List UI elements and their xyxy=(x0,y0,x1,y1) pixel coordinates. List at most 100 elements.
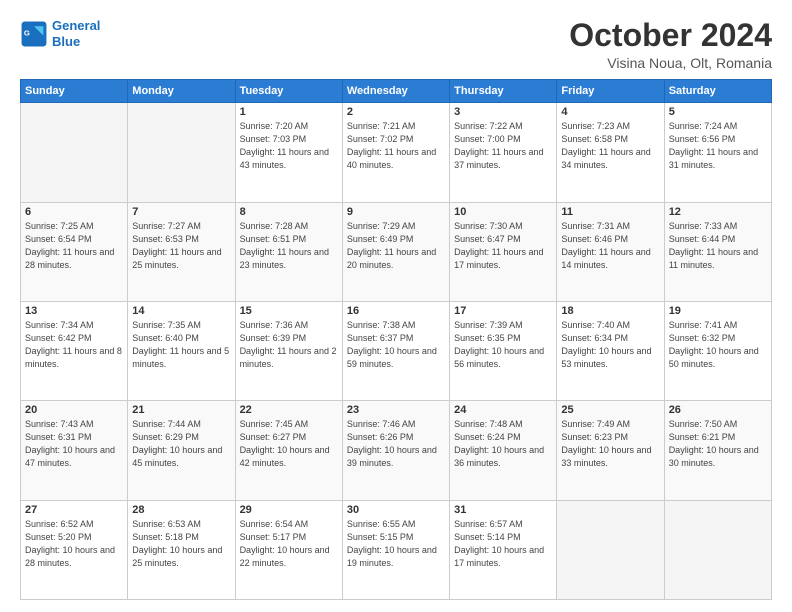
sunrise-text: Sunrise: 7:44 AM xyxy=(132,419,201,429)
day-info: Sunrise: 7:28 AMSunset: 6:51 PMDaylight:… xyxy=(240,220,338,272)
sunset-text: Sunset: 6:42 PM xyxy=(25,333,92,343)
sunset-text: Sunset: 6:49 PM xyxy=(347,234,414,244)
daylight-text: Daylight: 11 hours and 8 minutes. xyxy=(25,346,122,369)
calendar-cell: 25 Sunrise: 7:49 AMSunset: 6:23 PMDayligh… xyxy=(557,401,664,500)
daylight-text: Daylight: 11 hours and 14 minutes. xyxy=(561,247,650,270)
day-info: Sunrise: 7:41 AMSunset: 6:32 PMDaylight:… xyxy=(669,319,767,371)
sunrise-text: Sunrise: 7:39 AM xyxy=(454,320,523,330)
day-number: 5 xyxy=(669,106,767,118)
calendar-cell xyxy=(557,500,664,599)
svg-text:G: G xyxy=(24,28,30,37)
day-number: 15 xyxy=(240,305,338,317)
calendar-table: SundayMondayTuesdayWednesdayThursdayFrid… xyxy=(20,79,772,600)
day-number: 11 xyxy=(561,206,659,218)
calendar-cell: 2Sunrise: 7:21 AMSunset: 7:02 PMDaylight… xyxy=(342,103,449,202)
day-info: Sunrise: 7:29 AMSunset: 6:49 PMDaylight:… xyxy=(347,220,445,272)
sunrise-text: Sunrise: 7:45 AM xyxy=(240,419,309,429)
day-number: 18 xyxy=(561,305,659,317)
sunset-text: Sunset: 6:44 PM xyxy=(669,234,736,244)
sunset-text: Sunset: 6:31 PM xyxy=(25,432,92,442)
sunrise-text: Sunrise: 7:24 AM xyxy=(669,121,738,131)
calendar-week-row: 1Sunrise: 7:20 AMSunset: 7:03 PMDaylight… xyxy=(21,103,772,202)
daylight-text: Daylight: 10 hours and 45 minutes. xyxy=(132,445,222,468)
day-number: 2 xyxy=(347,106,445,118)
calendar-week-row: 27 Sunrise: 6:52 AM Sunset: 5:20 PM Dayligh… xyxy=(21,500,772,599)
sunrise-text: Sunrise: 7:28 AM xyxy=(240,221,309,231)
sunrise-text: Sunrise: 7:20 AM xyxy=(240,121,309,131)
calendar-cell: 15Sunrise: 7:36 AMSunset: 6:39 PMDayligh… xyxy=(235,301,342,400)
daylight-text: Daylight: 11 hours and 25 minutes. xyxy=(132,247,221,270)
logo: G General Blue xyxy=(20,18,100,49)
sunset-text: Sunset: 6:24 PM xyxy=(454,432,521,442)
day-number: 31 xyxy=(454,504,552,516)
calendar-cell: 27Sunrise: 6:52 AMSunset: 5:20 PMDayligh… xyxy=(21,500,128,599)
sunset-text: Sunset: 5:15 PM xyxy=(347,532,414,542)
day-number: 4 xyxy=(561,106,659,118)
daylight-text: Daylight: 11 hours and 31 minutes. xyxy=(669,147,758,170)
day-info: Sunrise: 7:46 AMSunset: 6:26 PMDaylight:… xyxy=(347,418,445,470)
daylight-text: Daylight: 10 hours and 19 minutes. xyxy=(347,545,437,568)
daylight-text: Daylight: 11 hours and 34 minutes. xyxy=(561,147,650,170)
sunset-text: Sunset: 6:54 PM xyxy=(25,234,92,244)
day-number: 26 xyxy=(669,404,767,416)
sunrise-text: Sunrise: 7:41 AM xyxy=(669,320,738,330)
sunset-text: Sunset: 5:14 PM xyxy=(454,532,521,542)
day-number: 6 xyxy=(25,206,123,218)
logo-general: General xyxy=(52,18,100,33)
day-info: Sunrise: 6:54 AMSunset: 5:17 PMDaylight:… xyxy=(240,518,338,570)
calendar-week-row: 20 Sunrise: 7:43 AMSunset: 6:31 PMDayligh… xyxy=(21,401,772,500)
sunset-text: Sunset: 5:18 PM xyxy=(132,532,199,542)
calendar-cell: 24 Sunrise: 7:48 AM Sunset: 6:24 PM Dayligh… xyxy=(450,401,557,500)
sunset-text: Sunset: 5:17 PM xyxy=(240,532,307,542)
day-info: Sunrise: 7:35 AMSunset: 6:40 PMDaylight:… xyxy=(132,319,230,371)
daylight-text: Daylight: 11 hours and 5 minutes. xyxy=(132,346,229,369)
sunrise-text: Sunrise: 7:38 AM xyxy=(347,320,416,330)
daylight-text: Daylight: 10 hours and 22 minutes. xyxy=(240,545,330,568)
day-number: 9 xyxy=(347,206,445,218)
day-number: 17 xyxy=(454,305,552,317)
daylight-text: Daylight: 10 hours and 42 minutes. xyxy=(240,445,330,468)
day-number: 25 xyxy=(561,404,659,416)
day-number: 20 xyxy=(25,404,123,416)
sunrise-text: Sunrise: 6:52 AM xyxy=(25,519,94,529)
day-info: Sunrise: 7:38 AMSunset: 6:37 PMDaylight:… xyxy=(347,319,445,371)
daylight-text: Daylight: 10 hours and 17 minutes. xyxy=(454,545,544,568)
sunset-text: Sunset: 7:00 PM xyxy=(454,134,521,144)
sunset-text: Sunset: 6:56 PM xyxy=(669,134,736,144)
day-info: Sunrise: 7:23 AMSunset: 6:58 PMDaylight:… xyxy=(561,120,659,172)
daylight-text: Daylight: 10 hours and 25 minutes. xyxy=(132,545,222,568)
daylight-text: Daylight: 10 hours and 53 minutes. xyxy=(561,346,651,369)
sunrise-text: Sunrise: 7:49 AM xyxy=(561,419,630,429)
day-header-sunday: Sunday xyxy=(21,80,128,103)
day-number: 8 xyxy=(240,206,338,218)
calendar-header-row: SundayMondayTuesdayWednesdayThursdayFrid… xyxy=(21,80,772,103)
day-info: Sunrise: 7:31 AMSunset: 6:46 PMDaylight:… xyxy=(561,220,659,272)
logo-blue: Blue xyxy=(52,34,80,49)
sunrise-text: Sunrise: 6:53 AM xyxy=(132,519,201,529)
day-number: 10 xyxy=(454,206,552,218)
daylight-text: Daylight: 11 hours and 28 minutes. xyxy=(25,247,114,270)
calendar-cell: 22Sunrise: 7:45 AMSunset: 6:27 PMDayligh… xyxy=(235,401,342,500)
day-info: Sunrise: 7:43 AMSunset: 6:31 PMDaylight:… xyxy=(25,418,123,470)
day-header-monday: Monday xyxy=(128,80,235,103)
sunrise-text: Sunrise: 7:34 AM xyxy=(25,320,94,330)
sunrise-text: Sunrise: 7:35 AM xyxy=(132,320,201,330)
sunset-text: Sunset: 5:20 PM xyxy=(25,532,92,542)
sunset-text: Sunset: 6:29 PM xyxy=(132,432,199,442)
day-number: 24 xyxy=(454,404,552,416)
day-info: Sunrise: 6:55 AMSunset: 5:15 PMDaylight:… xyxy=(347,518,445,570)
calendar-cell: 31Sunrise: 6:57 AMSunset: 5:14 PMDayligh… xyxy=(450,500,557,599)
day-number: 22 xyxy=(240,404,338,416)
sunrise-text: Sunrise: 7:23 AM xyxy=(561,121,630,131)
daylight-text: Daylight: 10 hours and 36 minutes. xyxy=(454,445,544,468)
calendar-cell xyxy=(128,103,235,202)
calendar-week-row: 6Sunrise: 7:25 AMSunset: 6:54 PMDaylight… xyxy=(21,202,772,301)
day-info: Sunrise: 7:49 AMSunset: 6:23 PMDaylight:… xyxy=(561,418,659,470)
day-number: 27 xyxy=(25,504,123,516)
calendar-cell: 30Sunrise: 6:55 AMSunset: 5:15 PMDayligh… xyxy=(342,500,449,599)
sunrise-text: Sunrise: 7:48 AM xyxy=(454,419,523,429)
sunset-text: Sunset: 6:32 PM xyxy=(669,333,736,343)
calendar-cell: 11 Sunrise: 7:31 AMSunset: 6:46 PMDayligh… xyxy=(557,202,664,301)
calendar-cell: 13Sunrise: 7:34 AMSunset: 6:42 PMDayligh… xyxy=(21,301,128,400)
sunrise-text: Sunrise: 7:46 AM xyxy=(347,419,416,429)
